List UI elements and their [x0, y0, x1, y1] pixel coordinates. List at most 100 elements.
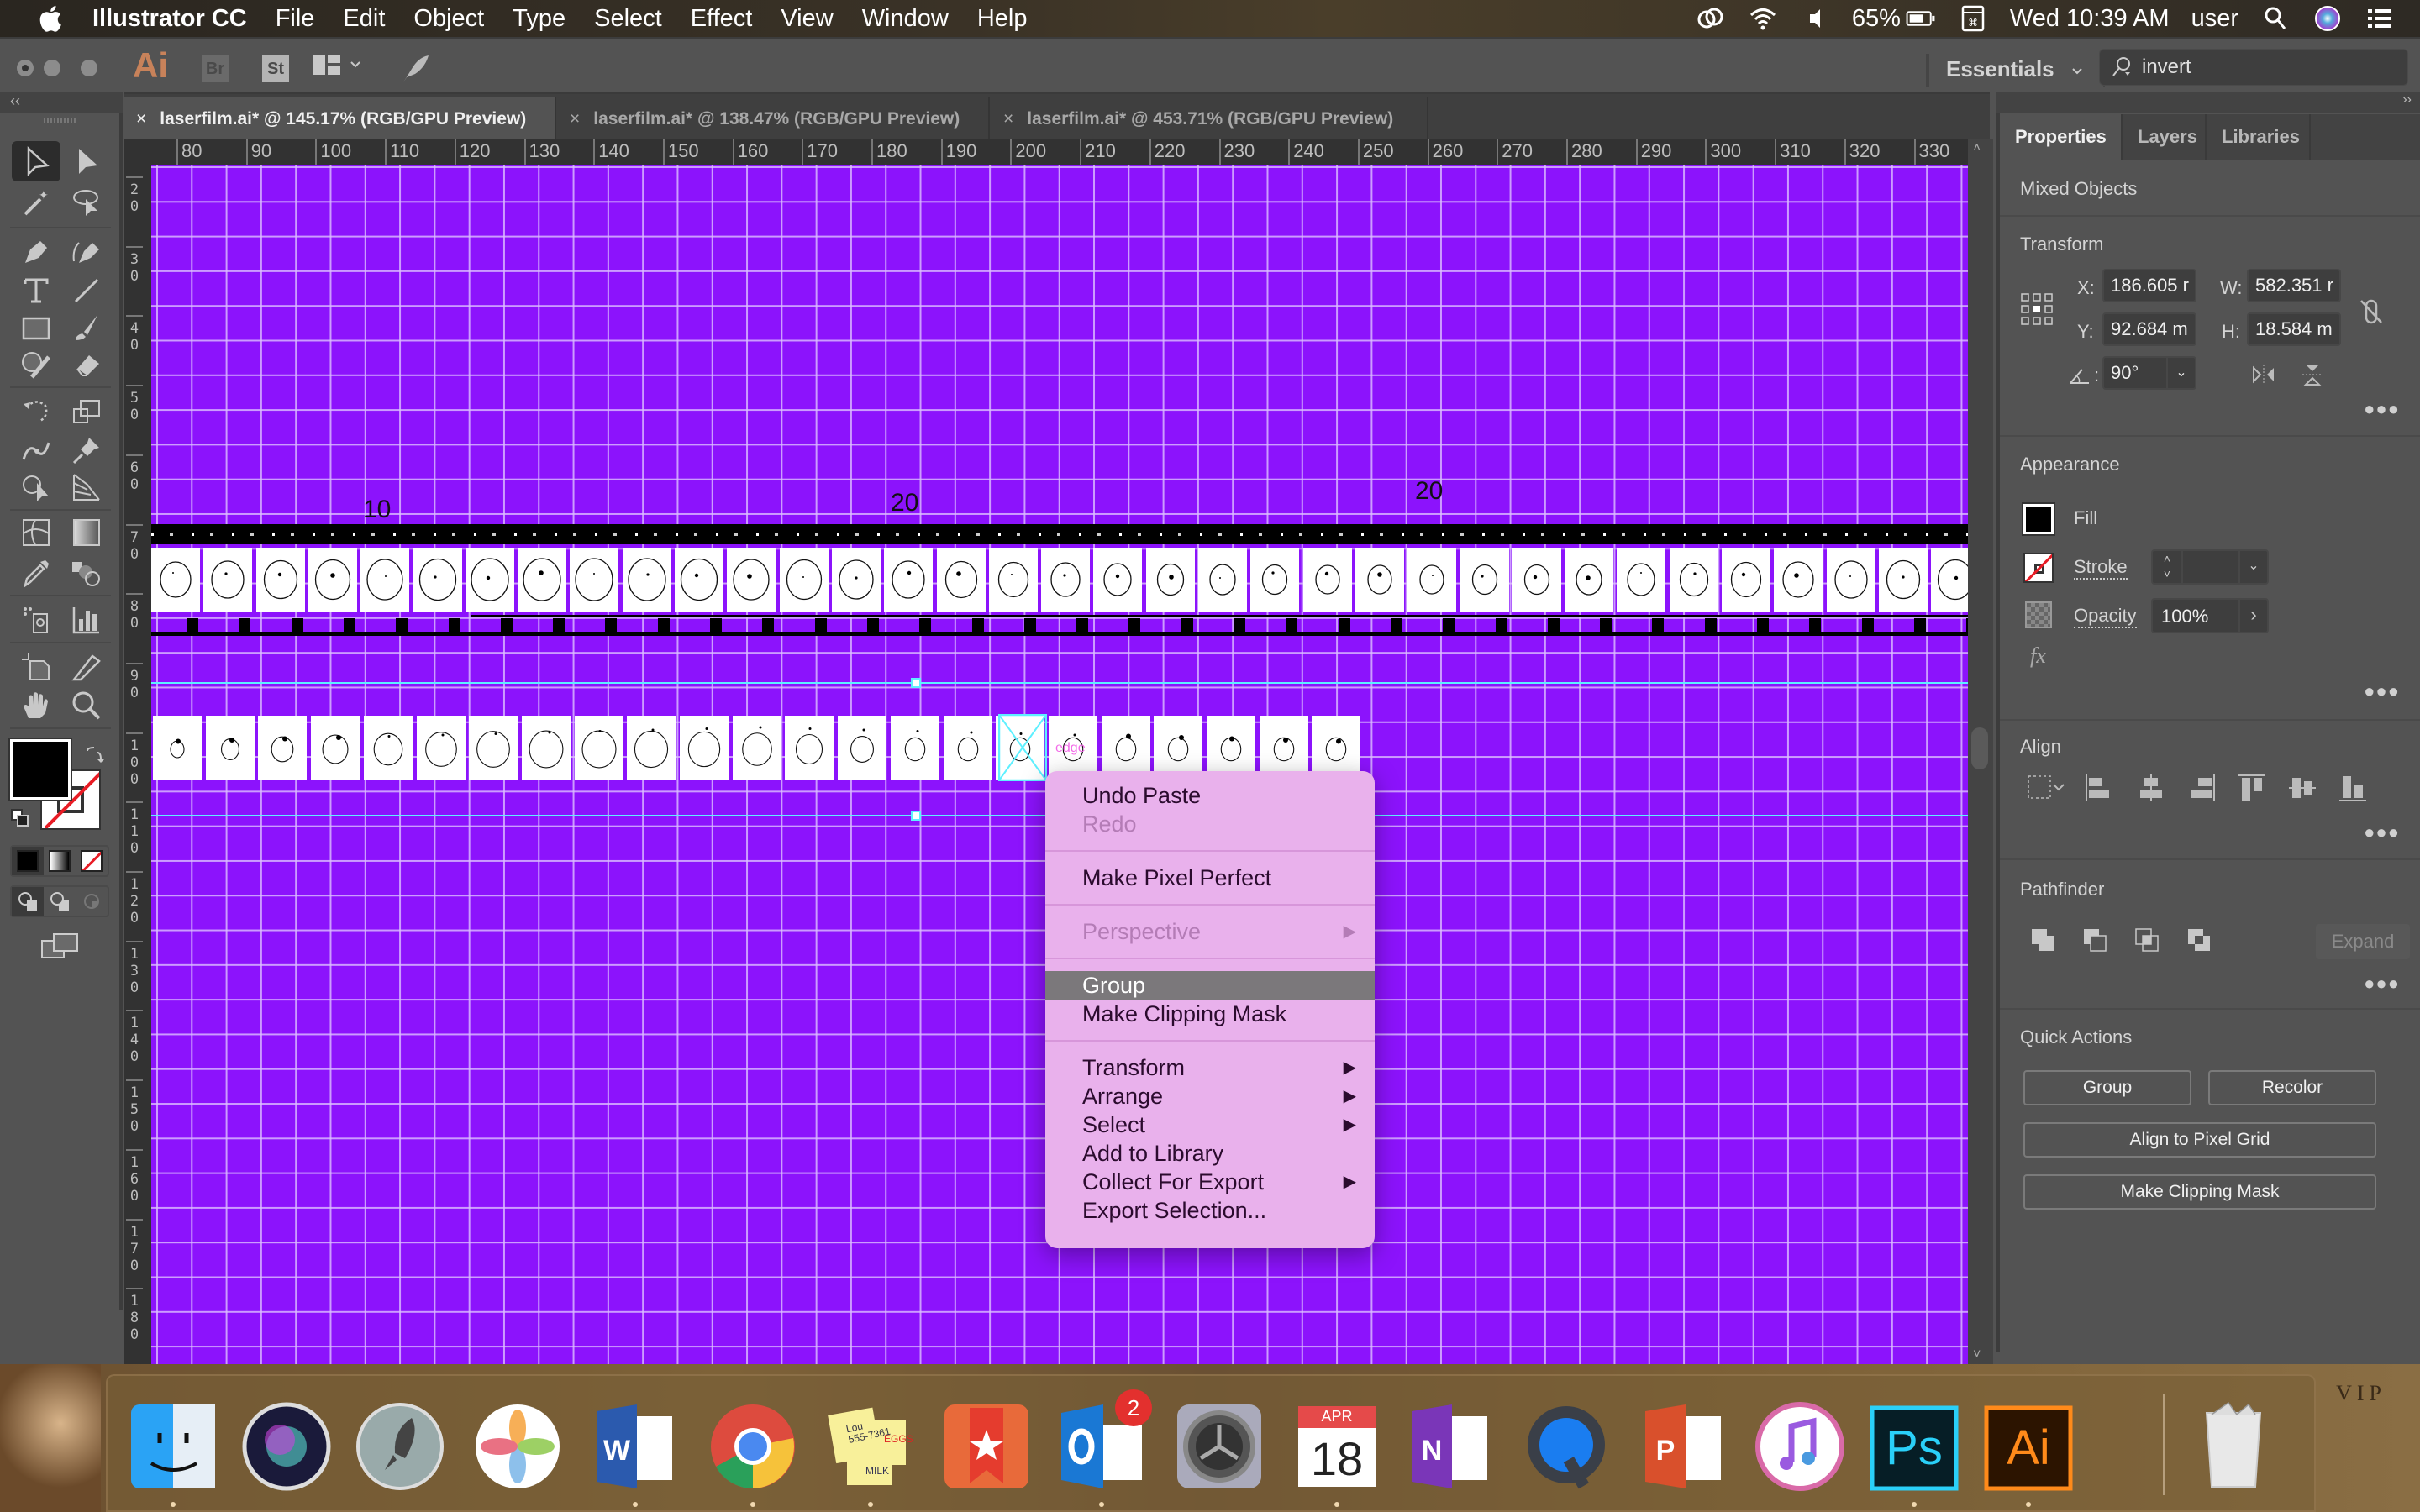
- film-frame[interactable]: [1250, 548, 1300, 612]
- dock-app-photos[interactable]: [471, 1394, 565, 1499]
- menu-item-arrange[interactable]: Arrange ▶: [1045, 1082, 1375, 1110]
- stroke-weight-dropdown[interactable]: ⌄: [2238, 551, 2267, 583]
- film-frame[interactable]: [779, 548, 829, 612]
- puppet-warp-tool[interactable]: [12, 430, 60, 470]
- stroke-label[interactable]: Stroke: [2074, 556, 2128, 580]
- document-tab-1[interactable]: × laserfilm.ai* @ 145.17% (RGB/GPU Previ…: [124, 97, 556, 141]
- film-frame[interactable]: [308, 548, 357, 612]
- film-frame[interactable]: [1669, 548, 1718, 612]
- symbol-sprayer-tool[interactable]: [12, 600, 60, 640]
- opacity-expand-button[interactable]: ›: [2238, 600, 2267, 632]
- film-frame[interactable]: [1207, 716, 1255, 780]
- menu-view[interactable]: View: [781, 5, 833, 33]
- swap-fill-stroke-icon[interactable]: [84, 744, 104, 764]
- shape-builder-tool[interactable]: [12, 467, 60, 507]
- pathfinder-more-options-button[interactable]: ●●●: [2364, 973, 2400, 995]
- blend-tool[interactable]: [62, 553, 111, 593]
- menu-item-select[interactable]: Select ▶: [1045, 1110, 1375, 1139]
- align-more-options-button[interactable]: ●●●: [2364, 822, 2400, 843]
- film-frame[interactable]: [1774, 548, 1823, 612]
- fx-effects-button[interactable]: fx: [2030, 643, 2046, 669]
- draw-behind-button[interactable]: [44, 887, 76, 916]
- slice-tool[interactable]: [62, 647, 111, 687]
- dock-app-finder[interactable]: [126, 1394, 220, 1499]
- align-vertical-center-icon[interactable]: [2287, 773, 2317, 803]
- scroll-down-icon[interactable]: ˅: [1973, 1347, 1981, 1362]
- menu-window[interactable]: Window: [862, 5, 949, 33]
- dock-app-wunderlist[interactable]: [939, 1394, 1034, 1499]
- dock-app-microsoft-onenote[interactable]: N: [1403, 1394, 1497, 1499]
- zoom-tool[interactable]: [62, 685, 111, 726]
- creative-cloud-icon[interactable]: [1696, 6, 1726, 31]
- close-tab-icon[interactable]: ×: [136, 109, 146, 129]
- pathfinder-unite-icon[interactable]: [2028, 926, 2059, 956]
- menu-file[interactable]: File: [276, 5, 315, 33]
- selection-tool[interactable]: [12, 141, 60, 181]
- film-frame[interactable]: [360, 548, 410, 612]
- menu-item-make-pixel-perfect[interactable]: Make Pixel Perfect: [1045, 864, 1375, 892]
- align-to-pixel-grid-button[interactable]: Align to Pixel Grid: [2023, 1122, 2376, 1158]
- film-frame[interactable]: [1460, 548, 1509, 612]
- film-frame[interactable]: [570, 548, 619, 612]
- film-frame[interactable]: [1565, 548, 1614, 612]
- direct-selection-tool[interactable]: [62, 141, 111, 181]
- align-top-icon[interactable]: [2237, 773, 2267, 803]
- film-frame[interactable]: [622, 548, 671, 612]
- film-frame[interactable]: [258, 716, 308, 780]
- draw-inside-button[interactable]: [76, 887, 108, 916]
- height-field[interactable]: 18.584 m: [2247, 312, 2341, 346]
- feather-touch-icon[interactable]: [398, 52, 432, 86]
- opacity-label[interactable]: Opacity: [2074, 605, 2137, 628]
- dock-app-google-chrome[interactable]: [706, 1394, 800, 1499]
- appearance-more-options-button[interactable]: ●●●: [2364, 680, 2400, 702]
- window-close-button[interactable]: [17, 60, 34, 76]
- clock[interactable]: Wed 10:39 AM: [2010, 5, 2170, 33]
- column-graph-tool[interactable]: [62, 600, 111, 640]
- dock-app-calendar[interactable]: APR 18: [1290, 1394, 1384, 1499]
- fill-color-swatch[interactable]: [8, 738, 72, 801]
- expand-button[interactable]: Expand: [2316, 924, 2410, 959]
- opacity-field[interactable]: 100% ›: [2151, 598, 2269, 633]
- window-minimize-button[interactable]: [44, 60, 60, 76]
- film-frame[interactable]: [1878, 548, 1928, 612]
- film-frame[interactable]: [469, 716, 518, 780]
- menu-item-add-to-library[interactable]: Add to Library: [1045, 1139, 1375, 1168]
- film-frame[interactable]: [151, 548, 200, 612]
- film-frame[interactable]: [727, 548, 776, 612]
- keyboard-viewer-icon[interactable]: ⌘: [1958, 5, 1988, 32]
- film-frame[interactable]: [1145, 548, 1195, 612]
- gradient-tool[interactable]: [62, 512, 111, 553]
- film-strip-top[interactable]: [151, 524, 1968, 642]
- vertical-ruler[interactable]: 2 0 3 0 4 0 5 0 6 0 7 0 8 0 9 0 1 0 0 1 1 0 1 2 0 1…: [124, 139, 151, 1364]
- scroll-up-icon[interactable]: ˄: [1973, 141, 1981, 156]
- tab-layers[interactable]: Layers: [2123, 114, 2207, 160]
- dock-app-itunes[interactable]: [1753, 1394, 1847, 1499]
- flip-vertical-icon[interactable]: [2301, 363, 2324, 386]
- volume-icon[interactable]: [1800, 6, 1830, 31]
- film-frame[interactable]: [884, 548, 934, 612]
- collapse-toolbar-button[interactable]: ‹‹: [0, 92, 123, 113]
- dock-app-quicktime-player[interactable]: [1519, 1394, 1613, 1499]
- menu-object[interactable]: Object: [413, 5, 484, 33]
- make-clipping-mask-button[interactable]: Make Clipping Mask: [2023, 1174, 2376, 1210]
- perspective-grid-tool[interactable]: [62, 467, 111, 507]
- screen-mode-icon[interactable]: [40, 932, 79, 959]
- wifi-icon[interactable]: [1748, 6, 1778, 31]
- film-frame[interactable]: [831, 548, 881, 612]
- eraser-tool[interactable]: [62, 344, 111, 385]
- transform-more-options-button[interactable]: ●●●: [2364, 398, 2400, 420]
- document-tab-3[interactable]: × laserfilm.ai* @ 453.71% (RGB/GPU Previ…: [992, 97, 1428, 141]
- rectangle-tool[interactable]: [12, 307, 60, 348]
- pen-tool[interactable]: [12, 232, 60, 272]
- align-right-icon[interactable]: [2186, 773, 2217, 803]
- hand-tool[interactable]: [12, 685, 60, 726]
- quick-action-group-button[interactable]: Group: [2023, 1070, 2191, 1105]
- rotation-angle-dropdown[interactable]: ⌄: [2166, 358, 2195, 388]
- app-menu[interactable]: Illustrator CC: [92, 5, 247, 33]
- type-tool[interactable]: [12, 270, 60, 311]
- pathfinder-minus-front-icon[interactable]: [2081, 926, 2111, 956]
- film-frame[interactable]: [936, 548, 986, 612]
- menu-item-transform[interactable]: Transform ▶: [1045, 1053, 1375, 1082]
- film-frame[interactable]: [732, 716, 781, 780]
- stroke-weight-field[interactable]: ˄ ˅ ⌄: [2151, 549, 2269, 585]
